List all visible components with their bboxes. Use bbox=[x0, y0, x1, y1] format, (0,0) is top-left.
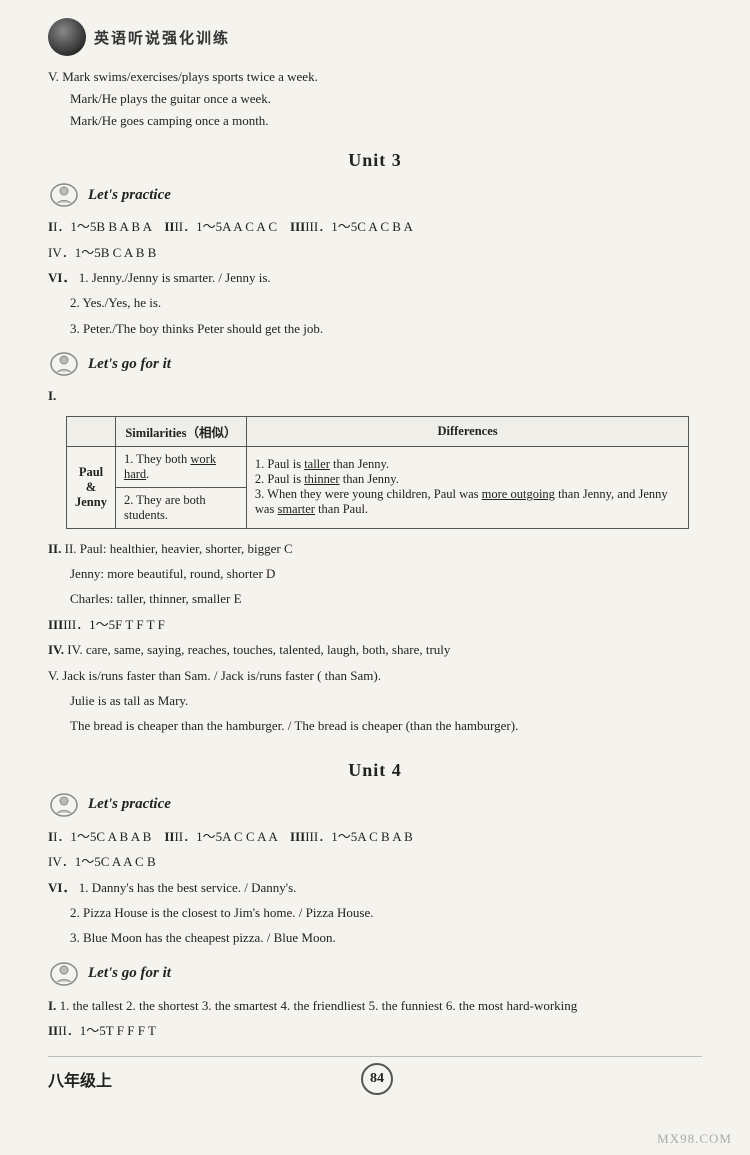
sim1-cell: 1. They both work hard. bbox=[115, 446, 246, 487]
unit4-lets-go-header: Let's go for it bbox=[48, 960, 702, 988]
unit4-go-answers: I. 1. the tallest 2. the shortest 3. the… bbox=[48, 994, 702, 1043]
unit4-go-I-label: I. 1. the tallest 2. the shortest 3. the… bbox=[48, 994, 702, 1017]
table-col1 bbox=[67, 416, 116, 446]
unit4-practice-answers: II．1～5C A B A B IIII．1～5A C C A A IIIIII… bbox=[48, 825, 702, 950]
table-row-1: Paul&Jenny 1. They both work hard. 1. Pa… bbox=[67, 446, 689, 487]
unit4-VI-label: VI． 1. Danny's has the best service. / D… bbox=[48, 876, 702, 899]
unit3-lets-practice-header: Let's practice bbox=[48, 181, 702, 209]
footer-bar: 八年级上 84 bbox=[48, 1056, 702, 1095]
practice-icon-u4 bbox=[48, 791, 80, 819]
section-v-line3: Mark/He goes camping once a month. bbox=[70, 110, 702, 132]
go-icon bbox=[48, 350, 80, 378]
header-title: 英语听说强化训练 bbox=[94, 27, 230, 48]
unit3-go-V2: Julie is as tall as Mary. bbox=[70, 689, 702, 712]
unit3-comparison-table: Similarities（相似） Differences Paul&Jenny … bbox=[66, 416, 689, 529]
watermark: MX98.COM bbox=[657, 1131, 732, 1147]
unit4-IV-answer: IV．1～5C A A C B bbox=[48, 850, 702, 873]
lets-go-label: Let's go for it bbox=[88, 356, 171, 373]
unit3-go-V1: V. Jack is/runs faster than Sam. / Jack … bbox=[48, 664, 702, 687]
unit3-lets-go-header: Let's go for it bbox=[48, 350, 702, 378]
unit4-go-II: IIII．1～5T F F F T bbox=[48, 1019, 702, 1042]
unit3-IV-answer: IV．1～5B C A B B bbox=[48, 241, 702, 264]
section-v-line2: Mark/He plays the guitar once a week. bbox=[70, 88, 702, 110]
lets-practice-label-u4: Let's practice bbox=[88, 796, 171, 813]
lets-practice-label: Let's practice bbox=[88, 187, 171, 204]
table-col3-header: Differences bbox=[246, 416, 688, 446]
unit3-go-answers: I. Similarities（相似） Differences Paul&Jen… bbox=[48, 384, 702, 738]
header-row: 英语听说强化训练 bbox=[48, 18, 702, 56]
paul-jenny-cell: Paul&Jenny bbox=[67, 446, 116, 528]
unit3-VI-2: 2. Yes./Yes, he is. bbox=[70, 291, 702, 314]
unit3-I-answer: II．1～5B B A B A IIII．1～5A A C A C IIIIII… bbox=[48, 215, 702, 238]
lets-go-label-u4: Let's go for it bbox=[88, 965, 171, 982]
unit3-go-IV: IV. IV. care, same, saying, reaches, tou… bbox=[48, 638, 702, 661]
table-col2-header: Similarities（相似） bbox=[115, 416, 246, 446]
unit4-lets-practice-header: Let's practice bbox=[48, 791, 702, 819]
practice-icon bbox=[48, 181, 80, 209]
logo-icon bbox=[48, 18, 86, 56]
page-number: 84 bbox=[361, 1063, 393, 1095]
unit3-go-I-label: I. bbox=[48, 384, 702, 407]
section-v-line1: V. Mark swims/exercises/plays sports twi… bbox=[48, 66, 702, 88]
unit4-VI-3: 3. Blue Moon has the cheapest pizza. / B… bbox=[70, 926, 702, 949]
sim2-cell: 2. They are both students. bbox=[115, 487, 246, 528]
section-v-prev: V. Mark swims/exercises/plays sports twi… bbox=[48, 66, 702, 132]
unit3-title: Unit 3 bbox=[48, 150, 702, 171]
unit4-I-answer: II．1～5C A B A B IIII．1～5A C C A A IIIIII… bbox=[48, 825, 702, 848]
unit3-go-II: II. II. Paul: healthier, heavier, shorte… bbox=[48, 537, 702, 560]
diff-cell: 1. Paul is taller than Jenny. 2. Paul is… bbox=[246, 446, 688, 528]
unit3-go-II-3: Charles: taller, thinner, smaller E bbox=[70, 587, 702, 610]
grade-label: 八年级上 bbox=[48, 1067, 112, 1091]
go-icon-u4 bbox=[48, 960, 80, 988]
unit3-table-wrap: Similarities（相似） Differences Paul&Jenny … bbox=[66, 416, 702, 529]
unit3-go-V3: The bread is cheaper than the hamburger.… bbox=[70, 714, 702, 737]
unit3-VI-label: VI． 1. Jenny./Jenny is smarter. / Jenny … bbox=[48, 266, 702, 289]
unit3-go-II-2: Jenny: more beautiful, round, shorter D bbox=[70, 562, 702, 585]
unit4-VI-2: 2. Pizza House is the closest to Jim's h… bbox=[70, 901, 702, 924]
unit3-go-III: IIIIII．1～5F T F T F bbox=[48, 613, 702, 636]
unit4-title: Unit 4 bbox=[48, 760, 702, 781]
unit3-VI-3: 3. Peter./The boy thinks Peter should ge… bbox=[70, 317, 702, 340]
unit3-practice-answers: II．1～5B B A B A IIII．1～5A A C A C IIIIII… bbox=[48, 215, 702, 340]
